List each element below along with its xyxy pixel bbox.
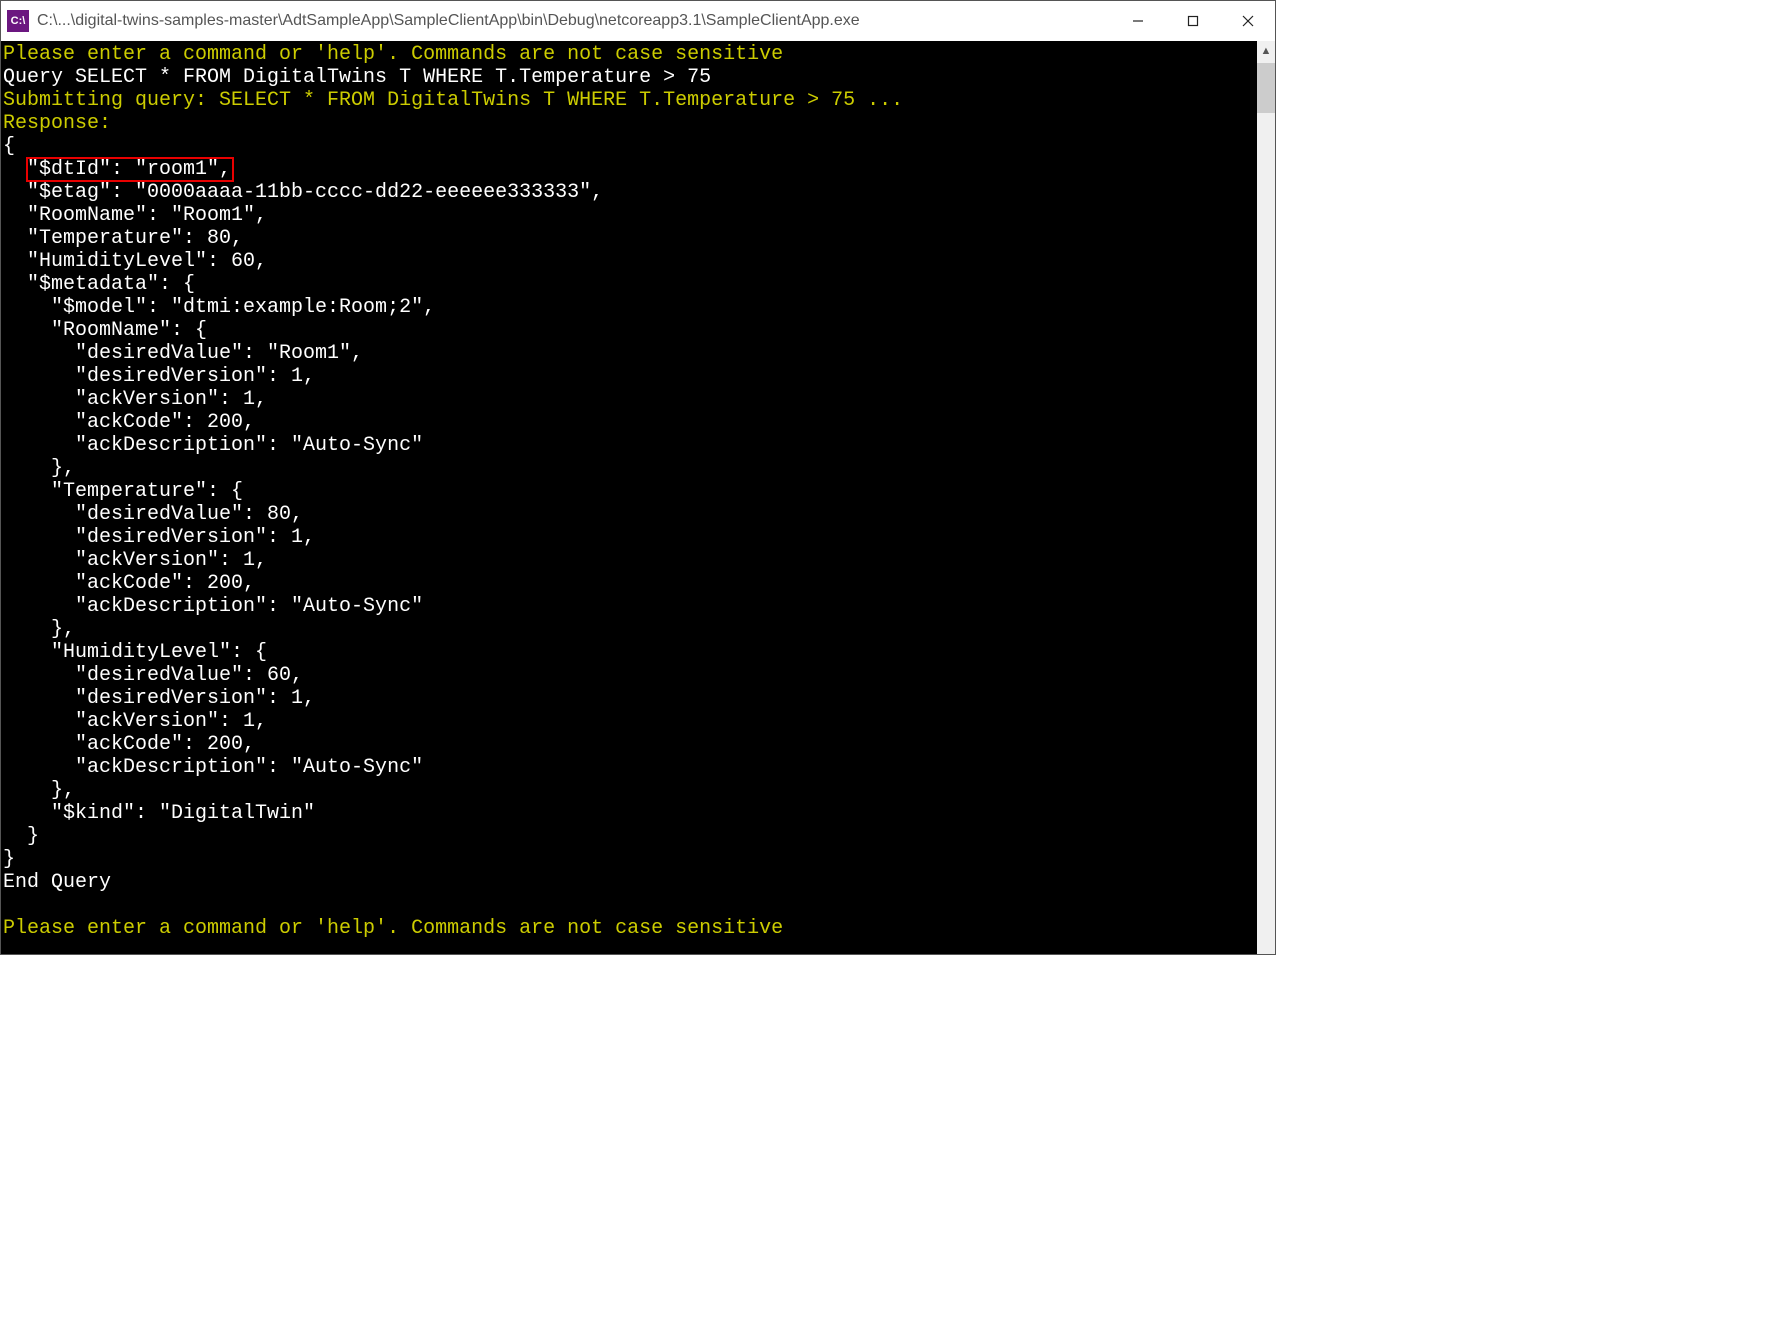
console-window: C:\ C:\...\digital-twins-samples-master\… bbox=[0, 0, 1276, 955]
terminal-line: "$metadata": { bbox=[3, 273, 1257, 296]
terminal-line: "$dtId": "room1", bbox=[3, 158, 1257, 181]
client-area: Please enter a command or 'help'. Comman… bbox=[1, 41, 1275, 954]
terminal-line: "desiredVersion": 1, bbox=[3, 526, 1257, 549]
terminal-line: "desiredValue": 60, bbox=[3, 664, 1257, 687]
terminal-line: "ackDescription": "Auto-Sync" bbox=[3, 756, 1257, 779]
terminal-line: Response: bbox=[3, 112, 1257, 135]
maximize-icon bbox=[1187, 15, 1199, 27]
terminal-line: "$etag": "0000aaaa-11bb-cccc-dd22-eeeeee… bbox=[3, 181, 1257, 204]
minimize-icon bbox=[1132, 15, 1144, 27]
maximize-button[interactable] bbox=[1165, 1, 1220, 41]
terminal-output[interactable]: Please enter a command or 'help'. Comman… bbox=[1, 41, 1257, 954]
terminal-line: "desiredVersion": 1, bbox=[3, 365, 1257, 388]
terminal-line: "RoomName": { bbox=[3, 319, 1257, 342]
terminal-line: "ackVersion": 1, bbox=[3, 388, 1257, 411]
terminal-line: "ackCode": 200, bbox=[3, 411, 1257, 434]
terminal-line: "$kind": "DigitalTwin" bbox=[3, 802, 1257, 825]
terminal-line: Submitting query: SELECT * FROM DigitalT… bbox=[3, 89, 1257, 112]
scroll-thumb[interactable] bbox=[1257, 63, 1275, 113]
terminal-line: "ackCode": 200, bbox=[3, 733, 1257, 756]
terminal-line: "ackVersion": 1, bbox=[3, 549, 1257, 572]
terminal-line: "ackDescription": "Auto-Sync" bbox=[3, 434, 1257, 457]
window-controls bbox=[1110, 1, 1275, 41]
close-button[interactable] bbox=[1220, 1, 1275, 41]
vertical-scrollbar[interactable]: ▲ ▼ bbox=[1257, 41, 1275, 954]
titlebar[interactable]: C:\ C:\...\digital-twins-samples-master\… bbox=[1, 1, 1275, 41]
terminal-line: "ackDescription": "Auto-Sync" bbox=[3, 595, 1257, 618]
terminal-line: End Query bbox=[3, 871, 1257, 894]
terminal-line: "$model": "dtmi:example:Room;2", bbox=[3, 296, 1257, 319]
window-title: C:\...\digital-twins-samples-master\AdtS… bbox=[37, 12, 1110, 30]
app-icon: C:\ bbox=[7, 10, 29, 32]
terminal-line bbox=[3, 894, 1257, 917]
terminal-line: "desiredVersion": 1, bbox=[3, 687, 1257, 710]
terminal-line: Please enter a command or 'help'. Comman… bbox=[3, 917, 1257, 940]
terminal-line: }, bbox=[3, 618, 1257, 641]
terminal-line: } bbox=[3, 848, 1257, 871]
minimize-button[interactable] bbox=[1110, 1, 1165, 41]
terminal-line: "ackVersion": 1, bbox=[3, 710, 1257, 733]
terminal-line: "Temperature": { bbox=[3, 480, 1257, 503]
terminal-line: "ackCode": 200, bbox=[3, 572, 1257, 595]
terminal-line: "HumidityLevel": 60, bbox=[3, 250, 1257, 273]
terminal-line: "Temperature": 80, bbox=[3, 227, 1257, 250]
terminal-line: "RoomName": "Room1", bbox=[3, 204, 1257, 227]
terminal-line: Please enter a command or 'help'. Comman… bbox=[3, 43, 1257, 66]
terminal-line: }, bbox=[3, 779, 1257, 802]
terminal-line: "HumidityLevel": { bbox=[3, 641, 1257, 664]
terminal-line: { bbox=[3, 135, 1257, 158]
terminal-line: }, bbox=[3, 457, 1257, 480]
terminal-line: } bbox=[3, 825, 1257, 848]
scroll-up-arrow-icon[interactable]: ▲ bbox=[1257, 41, 1275, 61]
terminal-line: "desiredValue": 80, bbox=[3, 503, 1257, 526]
terminal-line: Query SELECT * FROM DigitalTwins T WHERE… bbox=[3, 66, 1257, 89]
terminal-line: "desiredValue": "Room1", bbox=[3, 342, 1257, 365]
close-icon bbox=[1242, 15, 1254, 27]
highlight-box: "$dtId": "room1", bbox=[27, 158, 233, 181]
